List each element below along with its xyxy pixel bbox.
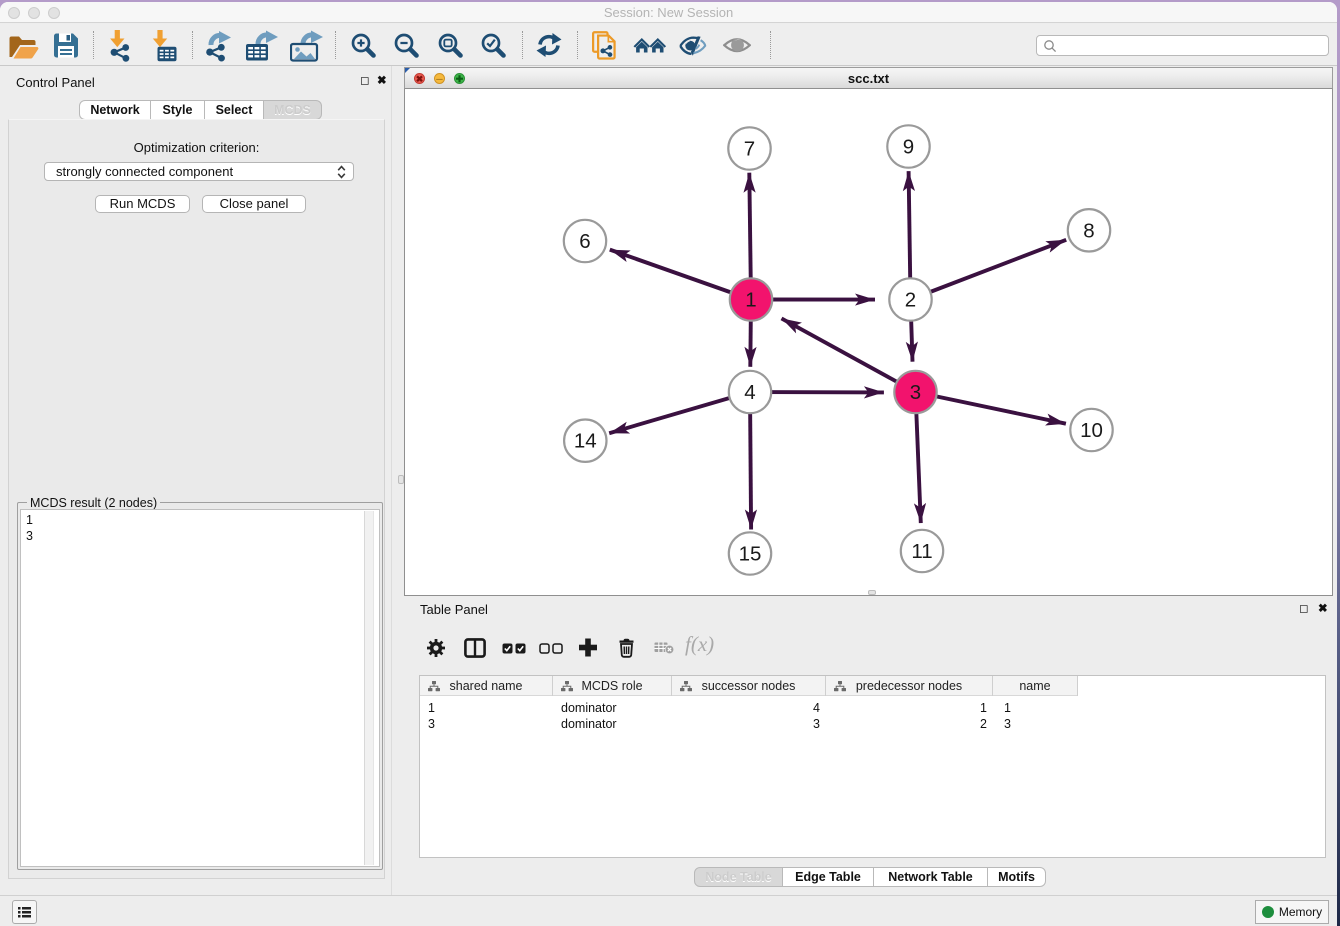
svg-text:8: 8 bbox=[1083, 219, 1094, 242]
svg-text:3: 3 bbox=[910, 381, 921, 404]
svg-text:6: 6 bbox=[579, 230, 590, 253]
svg-text:4: 4 bbox=[744, 381, 755, 404]
svg-text:10: 10 bbox=[1080, 419, 1103, 442]
svg-text:11: 11 bbox=[911, 540, 932, 563]
svg-text:7: 7 bbox=[744, 138, 755, 161]
svg-text:9: 9 bbox=[903, 136, 914, 159]
svg-text:15: 15 bbox=[739, 543, 762, 566]
svg-text:2: 2 bbox=[905, 289, 916, 312]
svg-text:14: 14 bbox=[574, 430, 597, 453]
svg-text:1: 1 bbox=[745, 289, 756, 312]
